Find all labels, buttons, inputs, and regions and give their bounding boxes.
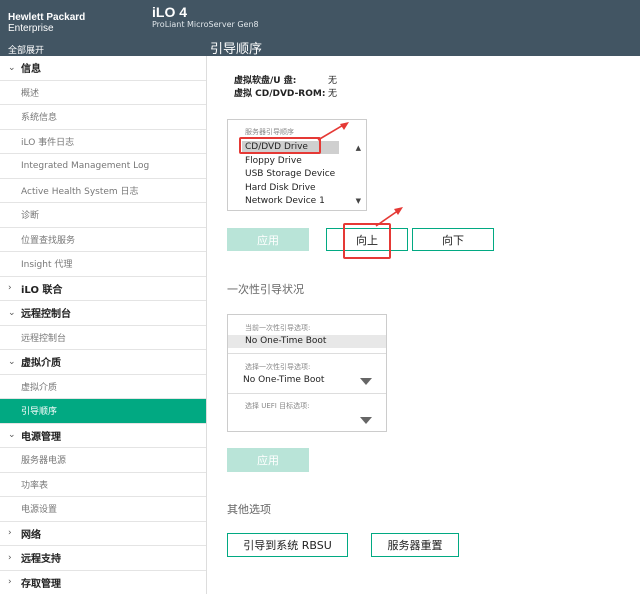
sidebar-section-virtual-media[interactable]: ⌄ 虚拟介质 <box>0 350 206 375</box>
apply-one-time-button[interactable]: 应用 <box>227 448 309 472</box>
sidebar-item-remote-console[interactable]: 远程控制台 <box>0 326 206 350</box>
page-title: 引导顺序 <box>210 42 263 57</box>
section-label: 远程支持 <box>21 554 61 566</box>
product-title: iLO 4 ProLiant MicroServer Gen8 <box>152 4 259 29</box>
chevron-right-icon: › <box>8 528 12 539</box>
scroll-up-icon[interactable]: ▲ <box>356 144 361 152</box>
annotation-arrow-icon <box>375 207 403 227</box>
virtual-floppy-row: 虚拟软盘/U 盘: 无 <box>234 73 337 86</box>
boot-option[interactable]: Network Device 1 <box>245 196 325 206</box>
current-one-time-caption: 当前一次性引导选项: <box>245 324 311 332</box>
chevron-down-icon: ⌄ <box>8 430 16 441</box>
sidebar-item-power-meter[interactable]: 功率表 <box>0 473 206 497</box>
scroll-down-icon[interactable]: ▼ <box>356 197 361 205</box>
sidebar-section-info[interactable]: ⌄ 信息 <box>0 56 206 81</box>
sidebar-section-remote-console[interactable]: ⌄ 远程控制台 <box>0 301 206 326</box>
select-one-time-caption: 选择一次性引导选项: <box>245 363 311 371</box>
hpe-logo: Hewlett Packard Enterprise <box>8 12 85 34</box>
sidebar-item-virtual-media[interactable]: 虚拟介质 <box>0 375 206 399</box>
boot-option[interactable]: Hard Disk Drive <box>245 183 316 193</box>
sidebar-item-server-power[interactable]: 服务器电源 <box>0 448 206 473</box>
annotation-box-cd-dvd <box>239 137 321 154</box>
sidebar-section-access[interactable]: › 存取管理 <box>0 571 206 594</box>
chevron-down-icon: ⌄ <box>8 62 16 73</box>
section-label: 虚拟介质 <box>21 358 61 370</box>
brand-line1: Hewlett Packard <box>8 12 86 23</box>
server-reset-button[interactable]: 服务器重置 <box>371 533 459 557</box>
sidebar-section-ilo-federation[interactable]: › iLO 联合 <box>0 277 206 301</box>
sidebar-item-system-info[interactable]: 系统信息 <box>0 105 206 130</box>
sidebar-item-overview[interactable]: 概述 <box>0 81 206 105</box>
product-name: iLO 4 <box>152 4 188 20</box>
sidebar-item-ilo-event-log[interactable]: iLO 事件日志 <box>0 130 206 154</box>
sidebar-item-iml[interactable]: Integrated Management Log <box>0 154 206 179</box>
virtual-cd-value: 无 <box>328 89 338 99</box>
section-label: 信息 <box>21 64 41 76</box>
sidebar-item-ahs-log[interactable]: Active Health System 日志 <box>0 179 206 203</box>
main-content: 虚拟软盘/U 盘: 无 虚拟 CD/DVD-ROM: 无 服务器引导顺序 CD/… <box>208 56 640 594</box>
uefi-dropdown-arrow-icon[interactable] <box>360 417 372 424</box>
sidebar-section-power[interactable]: ⌄ 电源管理 <box>0 424 206 448</box>
sidebar-section-remote-support[interactable]: › 远程支持 <box>0 546 206 571</box>
expand-all-link[interactable]: 全部展开 <box>8 43 44 56</box>
sidebar-item-diagnostics[interactable]: 诊断 <box>0 203 206 228</box>
chevron-down-icon: ⌄ <box>8 307 16 318</box>
boot-order-caption: 服务器引导顺序 <box>245 128 294 136</box>
one-time-boot-title: 一次性引导状况 <box>227 283 304 296</box>
chevron-right-icon: › <box>8 552 12 563</box>
annotation-arrow-icon <box>317 122 349 141</box>
section-label: 电源管理 <box>21 431 61 443</box>
select-uefi-caption: 选择 UEFI 目标选项: <box>245 402 310 410</box>
virtual-cd-label: 虚拟 CD/DVD-ROM: <box>234 89 326 99</box>
sidebar-item-boot-order[interactable]: 引导顺序 <box>0 399 206 424</box>
chevron-right-icon: › <box>8 577 12 588</box>
boot-option[interactable]: USB Storage Device <box>245 169 335 179</box>
top-header: Hewlett Packard Enterprise 全部展开 iLO 4 Pr… <box>0 0 640 57</box>
other-options-title: 其他选项 <box>227 503 271 516</box>
chevron-right-icon: › <box>8 283 12 294</box>
boot-to-rbsu-button[interactable]: 引导到系统 RBSU <box>227 533 348 557</box>
sidebar-item-location[interactable]: 位置查找服务 <box>0 228 206 252</box>
product-subtitle: ProLiant MicroServer Gen8 <box>152 20 259 29</box>
annotation-box-move-up <box>343 223 391 259</box>
chevron-down-icon: ⌄ <box>8 356 16 367</box>
boot-option[interactable]: Floppy Drive <box>245 156 302 166</box>
virtual-floppy-label: 虚拟软盘/U 盘: <box>234 76 297 86</box>
section-label: iLO 联合 <box>21 284 63 296</box>
divider <box>228 393 386 394</box>
section-label: 远程控制台 <box>21 309 71 321</box>
virtual-cd-row: 虚拟 CD/DVD-ROM: 无 <box>234 86 337 99</box>
sidebar-item-insight-agent[interactable]: Insight 代理 <box>0 252 206 277</box>
dropdown-arrow-icon[interactable] <box>360 378 372 385</box>
brand-line2: Enterprise <box>8 23 54 34</box>
select-one-time-dropdown[interactable]: No One-Time Boot <box>243 375 324 385</box>
virtual-floppy-value: 无 <box>328 76 338 86</box>
section-label: 存取管理 <box>21 578 61 590</box>
move-down-button[interactable]: 向下 <box>412 228 494 251</box>
apply-boot-order-button[interactable]: 应用 <box>227 228 309 251</box>
sidebar-section-network[interactable]: › 网络 <box>0 522 206 546</box>
current-one-time-value: No One-Time Boot <box>245 336 327 346</box>
divider <box>228 353 386 354</box>
one-time-boot-panel: 当前一次性引导选项: No One-Time Boot 选择一次性引导选项: N… <box>227 314 387 432</box>
section-label: 网络 <box>21 529 41 541</box>
sidebar-nav: ⌄ 信息 概述 系统信息 iLO 事件日志 Integrated Managem… <box>0 56 207 594</box>
sidebar-item-power-settings[interactable]: 电源设置 <box>0 497 206 522</box>
